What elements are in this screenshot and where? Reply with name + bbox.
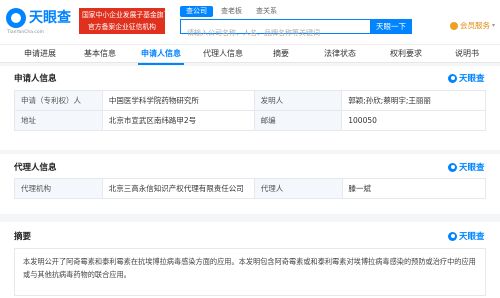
abstract-section: 摘要 天眼查 本发明公开了阿奇霉素和泰利霉素在抗埃博拉病毒感染方面的应用。本发明…	[0, 222, 500, 298]
promo-line-2: 官方备案企业征信机构	[88, 23, 156, 31]
address-label: 地址	[14, 110, 103, 131]
search-tab-boss[interactable]: 查老板	[215, 6, 248, 17]
applicant-value-link[interactable]: 中国医学科学院药物研究所	[101, 90, 255, 111]
vip-service-label: 会员服务	[460, 21, 490, 30]
agency-label: 代理机构	[14, 178, 103, 199]
agent-section-title: 代理人信息	[14, 163, 57, 173]
brand-logo: 天眼查	[448, 230, 485, 242]
promo-line-1: 国家中小企业发展子基金旗下	[82, 11, 165, 19]
tab-basic-info[interactable]: 基本信息	[78, 45, 122, 64]
tab-legal-status[interactable]: 法律状态	[318, 45, 362, 64]
applicant-section: 申请人信息 天眼查 申请（专利权）人 中国医学科学院药物研究所 发明人 郭颖;孙…	[0, 66, 500, 150]
tab-abstract[interactable]: 摘要	[266, 45, 296, 64]
table-row: 申请（专利权）人 中国医学科学院药物研究所 发明人 郭颖;孙欣;蔡明宇;王丽丽	[14, 90, 486, 111]
tianyancha-logo-icon	[448, 73, 457, 83]
tab-applicant-info[interactable]: 申请人信息	[134, 45, 188, 65]
tianyancha-logo-icon	[448, 162, 457, 172]
top-header: 天眼查 TianYanCha.com 国家中小企业发展子基金旗下 官方备案企业征…	[0, 0, 500, 44]
site-logo[interactable]: 天眼查 TianYanCha.com	[6, 6, 74, 36]
search-type-tabs: 查公司 查老板 查关系	[180, 6, 283, 18]
brand-text: 天眼查	[459, 232, 485, 242]
table-row: 代理机构 北京三高永信知识产权代理有限责任公司 代理人 滕一斌	[14, 178, 486, 199]
inventor-label: 发明人	[253, 90, 343, 111]
brand-logo: 天眼查	[448, 72, 485, 84]
abstract-text: 本发明公开了阿奇霉素和泰利霉素在抗埃博拉病毒感染方面的应用。本发明包含阿奇霉素或…	[14, 248, 486, 296]
search-input[interactable]	[181, 26, 370, 40]
detail-tabs: 申请进展 基本信息 申请人信息 代理人信息 摘要 法律状态 权利要求 说明书	[0, 44, 500, 65]
logo-eye-icon	[6, 8, 26, 28]
applicant-table: 申请（专利权）人 中国医学科学院药物研究所 发明人 郭颖;孙欣;蔡明宇;王丽丽 …	[14, 90, 486, 131]
brand-logo: 天眼查	[448, 161, 485, 173]
applicant-label: 申请（专利权）人	[14, 90, 103, 111]
table-row: 地址 北京市宣武区南纬路甲2号 邮编 100050	[14, 110, 486, 131]
agency-value-link[interactable]: 北京三高永信知识产权代理有限责任公司	[101, 178, 255, 199]
brand-text: 天眼查	[459, 74, 485, 84]
vip-crown-icon	[450, 21, 458, 30]
search-tab-company[interactable]: 查公司	[180, 6, 213, 17]
applicant-section-title: 申请人信息	[14, 74, 57, 84]
postcode-label: 邮编	[253, 110, 343, 131]
tab-description[interactable]: 说明书	[450, 45, 484, 64]
agent-label: 代理人	[253, 178, 343, 199]
agent-section: 代理人信息 天眼查 代理机构 北京三高永信知识产权代理有限责任公司 代理人 滕一…	[0, 154, 500, 214]
vip-service[interactable]: 会员服务 ▾	[450, 20, 495, 31]
tab-progress[interactable]: 申请进展	[18, 45, 62, 64]
tab-agent-info[interactable]: 代理人信息	[196, 45, 250, 64]
agent-table: 代理机构 北京三高永信知识产权代理有限责任公司 代理人 滕一斌	[14, 178, 486, 199]
postcode-value: 100050	[341, 110, 486, 131]
search-box	[180, 19, 370, 40]
address-value: 北京市宣武区南纬路甲2号	[101, 110, 255, 131]
brand-text: 天眼查	[459, 163, 485, 173]
logo-text: 天眼查	[29, 10, 71, 26]
chevron-down-icon: ▾	[492, 22, 496, 29]
search-tab-relation[interactable]: 查关系	[250, 6, 283, 17]
promo-banner[interactable]: 国家中小企业发展子基金旗下 官方备案企业征信机构	[79, 8, 165, 34]
logo-subtitle: TianYanCha.com	[7, 30, 45, 35]
agent-value: 滕一斌	[341, 178, 486, 199]
tianyancha-logo-icon	[448, 231, 457, 241]
search-button[interactable]: 天眼一下	[370, 19, 412, 34]
abstract-section-title: 摘要	[14, 232, 32, 242]
inventor-value: 郭颖;孙欣;蔡明宇;王丽丽	[341, 90, 486, 111]
tab-claims[interactable]: 权利要求	[384, 45, 428, 64]
